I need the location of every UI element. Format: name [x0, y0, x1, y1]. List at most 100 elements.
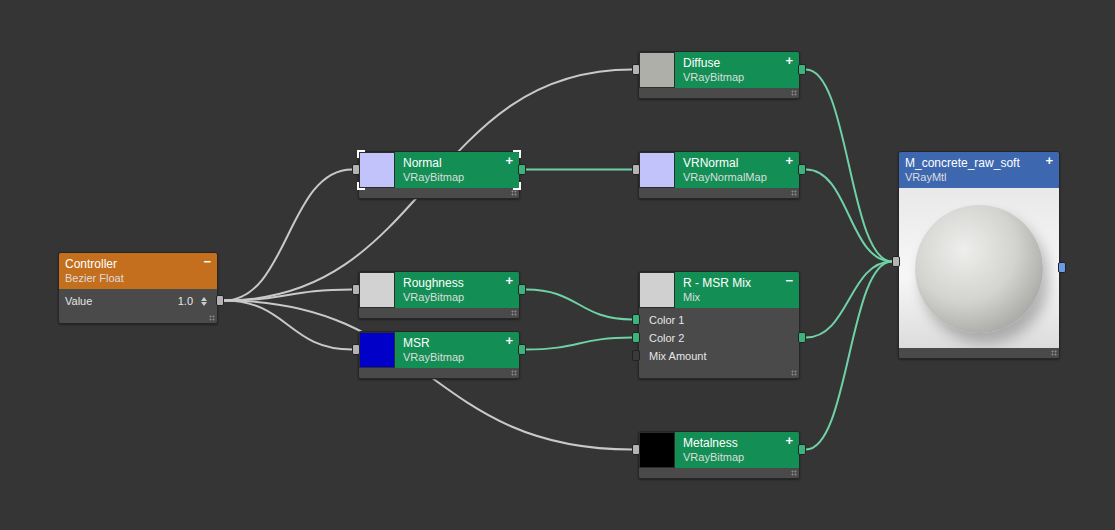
output-port[interactable]	[798, 64, 806, 75]
output-port[interactable]	[518, 164, 526, 175]
expand-toggle[interactable]: +	[505, 334, 513, 347]
slot-label: Color 2	[649, 330, 684, 347]
map-node[interactable]: DiffuseVRayBitmap +	[638, 51, 800, 99]
map-node[interactable]: NormalVRayBitmap +	[358, 151, 520, 199]
material-node[interactable]: M_concrete_raw_softVRayMtl+	[898, 151, 1060, 359]
node-type: VRayBitmap	[683, 451, 744, 464]
node-header[interactable]: M_concrete_raw_softVRayMtl+	[899, 152, 1059, 188]
wire[interactable]	[224, 301, 632, 450]
slot-port[interactable]	[632, 350, 640, 361]
node-type: VRayBitmap	[403, 171, 464, 184]
material-preview	[899, 188, 1059, 348]
output-port[interactable]	[798, 164, 806, 175]
map-node[interactable]: MetalnessVRayBitmap +	[638, 431, 800, 479]
map-node[interactable]: RoughnessVRayBitmap+	[358, 271, 520, 319]
map-node[interactable]: MSRVRayBitmap+	[358, 331, 520, 379]
node-footer	[639, 368, 799, 378]
wire[interactable]	[224, 170, 352, 301]
expand-toggle[interactable]: +	[505, 274, 513, 287]
node-type: VRayBitmap	[683, 71, 744, 84]
node-labels: NormalVRayBitmap	[403, 156, 464, 184]
node-footer	[639, 88, 799, 98]
output-port[interactable]	[798, 332, 806, 343]
resize-grip-icon[interactable]	[791, 370, 797, 376]
resize-grip-icon[interactable]	[511, 310, 517, 316]
wire[interactable]	[526, 338, 632, 350]
expand-toggle[interactable]: +	[785, 434, 793, 447]
thumbnail	[639, 52, 675, 88]
wire[interactable]	[806, 70, 892, 262]
wire[interactable]	[806, 170, 892, 262]
thumbnail	[359, 152, 395, 188]
node-header[interactable]: RoughnessVRayBitmap+	[359, 272, 519, 308]
node-footer	[899, 348, 1059, 358]
node-header[interactable]: DiffuseVRayBitmap +	[639, 52, 799, 88]
slot-row: Mix Amount	[639, 347, 799, 365]
parameter-row: Value1.0	[59, 292, 217, 310]
expand-toggle[interactable]: +	[1045, 154, 1053, 167]
selection-corner	[513, 150, 521, 158]
resize-grip-icon[interactable]	[209, 315, 215, 321]
input-port[interactable]	[352, 284, 360, 295]
resize-grip-icon[interactable]	[1051, 350, 1057, 356]
wire[interactable]	[806, 262, 892, 338]
output-port[interactable]	[216, 295, 224, 306]
node-labels: MetalnessVRayBitmap	[683, 436, 744, 464]
resize-grip-icon[interactable]	[791, 470, 797, 476]
wire[interactable]	[224, 290, 352, 301]
value-field[interactable]: 1.0	[178, 293, 207, 310]
wire[interactable]	[224, 301, 352, 350]
controller-node[interactable]: ControllerBezier Float−Value1.0	[58, 252, 218, 324]
selection-corner	[513, 182, 521, 190]
wire[interactable]	[806, 262, 892, 450]
sphere-preview	[915, 205, 1043, 333]
node-type: VRayNormalMap	[683, 171, 767, 184]
slot-label: Color 1	[649, 312, 684, 329]
slot-port[interactable]	[632, 332, 640, 343]
resize-grip-icon[interactable]	[791, 90, 797, 96]
expand-toggle[interactable]: −	[785, 274, 793, 287]
slot-label: Mix Amount	[649, 348, 706, 365]
slot-port[interactable]	[632, 314, 640, 325]
spinner-icon[interactable]	[201, 297, 207, 306]
node-type: Mix	[683, 291, 751, 304]
node-type: Bezier Float	[65, 272, 124, 285]
resize-grip-icon[interactable]	[791, 190, 797, 196]
input-port[interactable]	[632, 64, 640, 75]
expand-toggle[interactable]: +	[505, 154, 513, 167]
node-header[interactable]: NormalVRayBitmap +	[359, 152, 519, 188]
input-port[interactable]	[352, 344, 360, 355]
output-port[interactable]	[1058, 262, 1066, 273]
map-node[interactable]: VRNormalVRayNormalMap+	[638, 151, 800, 199]
output-port[interactable]	[798, 444, 806, 455]
wire[interactable]	[224, 70, 632, 301]
expand-toggle[interactable]: +	[785, 154, 793, 167]
input-port[interactable]	[352, 164, 360, 175]
resize-grip-icon[interactable]	[511, 370, 517, 376]
resize-grip-icon[interactable]	[511, 190, 517, 196]
wire[interactable]	[526, 290, 632, 320]
node-header[interactable]: MSRVRayBitmap+	[359, 332, 519, 368]
node-header[interactable]: ControllerBezier Float−	[59, 253, 217, 289]
map-node[interactable]: R - MSR MixMix−Color 1Color 2Mix Amount	[638, 271, 800, 379]
selection-corner	[357, 182, 365, 190]
node-header[interactable]: MetalnessVRayBitmap +	[639, 432, 799, 468]
selection-corner	[357, 150, 365, 158]
node-editor-canvas[interactable]: ControllerBezier Float−Value1.0NormalVRa…	[0, 0, 1115, 530]
output-port[interactable]	[518, 344, 526, 355]
slot-list: Color 1Color 2Mix Amount	[639, 308, 799, 368]
expand-toggle[interactable]: +	[785, 54, 793, 67]
input-port[interactable]	[632, 444, 640, 455]
input-port[interactable]	[892, 256, 900, 267]
node-header[interactable]: VRNormalVRayNormalMap+	[639, 152, 799, 188]
node-title: Diffuse	[683, 56, 744, 70]
output-port[interactable]	[518, 284, 526, 295]
node-footer	[359, 188, 519, 198]
thumbnail	[359, 272, 395, 308]
input-port[interactable]	[632, 164, 640, 175]
node-header[interactable]: R - MSR MixMix−	[639, 272, 799, 308]
expand-toggle[interactable]: −	[203, 255, 211, 268]
slot-row: Color 1	[639, 311, 799, 329]
wire[interactable]	[526, 169, 632, 171]
slot-row: Color 2	[639, 329, 799, 347]
